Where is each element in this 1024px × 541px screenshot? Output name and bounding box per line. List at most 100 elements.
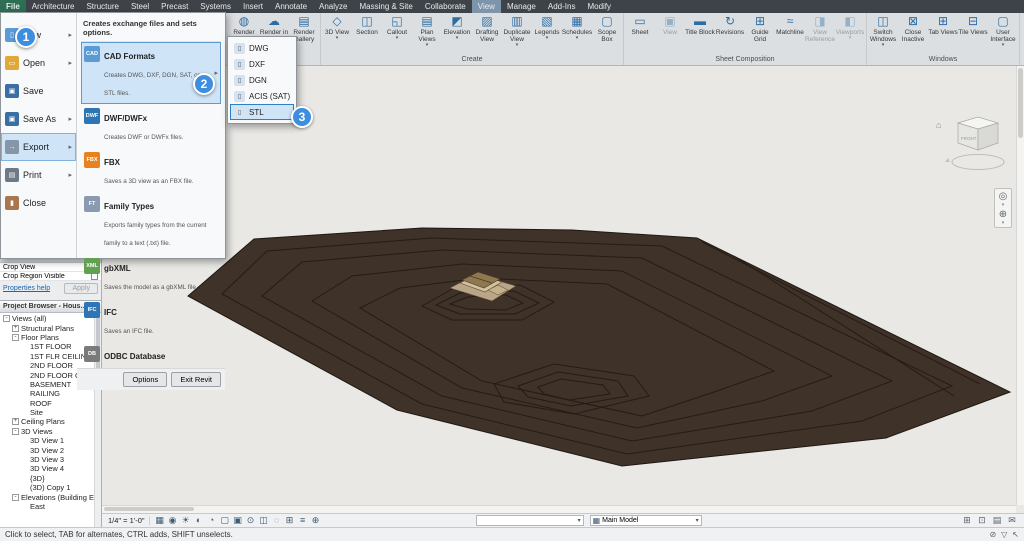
drafting-view-button[interactable]: ▨ Drafting View — [472, 13, 502, 54]
section-button[interactable]: ◫ Section — [352, 13, 382, 54]
scope-box-button[interactable]: ▢ Scope Box — [592, 13, 622, 54]
tree-item[interactable]: (3D) Copy 1 — [0, 483, 101, 492]
sun-path-icon[interactable]: ☀ — [180, 514, 192, 527]
3d-view-button[interactable]: ◇ 3D View ▾ — [322, 13, 352, 54]
switch-windows-button[interactable]: ◫ Switch Windows ▾ — [868, 13, 898, 54]
file-menu-item[interactable]: ▭ Open ▸ — [1, 49, 76, 77]
tree-item[interactable]: 3D View 4 — [0, 464, 101, 473]
user-interface-button[interactable]: ▢ User Interface ▾ — [988, 13, 1018, 54]
rendering-dialog-icon[interactable]: ◔ — [206, 514, 218, 527]
view-reference-button[interactable]: ◨ View Reference — [805, 13, 835, 54]
export-submenu-item[interactable]: FT Family Types Exports family types fro… — [81, 192, 221, 254]
guide-grid-button[interactable]: ⊞ Guide Grid — [745, 13, 775, 54]
tree-item[interactable]: RAILING — [0, 389, 101, 398]
temporary-hide-isolate-icon[interactable]: ◫ — [258, 514, 270, 527]
analytical-model-icon[interactable]: ≡ — [297, 514, 309, 527]
export-submenu-item[interactable]: FBX FBX Saves a 3D view as an FBX file. — [81, 148, 221, 192]
ribbon-tab[interactable]: Annotate — [269, 0, 313, 13]
export-submenu-item[interactable]: XML gbXML Saves the model as a gbXML fil… — [81, 254, 221, 298]
reveal-hidden-elements-icon[interactable]: ◌ — [271, 514, 283, 527]
cad-format-option[interactable]: ▯ DXF — [230, 56, 294, 72]
canvas-horizontal-scrollbar[interactable] — [102, 505, 1016, 513]
tile-views-button[interactable]: ⊟ Tile Views — [958, 13, 988, 54]
exclude-options-icon[interactable]: ⊘ — [989, 530, 996, 539]
tree-item[interactable]: - 3D Views — [0, 427, 101, 436]
show-crop-region-icon[interactable]: ▣ — [232, 514, 244, 527]
ribbon-tab[interactable]: Manage — [501, 0, 542, 13]
schedules-button[interactable]: ▦ Schedules ▾ — [562, 13, 592, 54]
properties-help-link[interactable]: Properties help — [3, 285, 50, 292]
chevron-down-icon[interactable]: ▾ — [882, 43, 885, 48]
ribbon-tab[interactable]: Insert — [237, 0, 269, 13]
tree-item[interactable]: ROOF — [0, 399, 101, 408]
select-arrow-icon[interactable]: ↖ — [1012, 530, 1019, 539]
tab-views-button[interactable]: ⊞ Tab Views — [928, 13, 958, 54]
duplicate-view-button[interactable]: ▥ Duplicate View ▾ — [502, 13, 532, 54]
view-button[interactable]: ▣ View — [655, 13, 685, 54]
owned-elements-icon[interactable]: ⊡ — [976, 514, 988, 527]
chevron-down-icon[interactable]: ▾ — [576, 36, 579, 41]
expand-toggle-icon[interactable]: + — [12, 325, 19, 332]
cad-format-option[interactable]: ▯ DGN — [230, 72, 294, 88]
callout-button[interactable]: ◱ Callout ▾ — [382, 13, 412, 54]
viewcube-compass-ring[interactable] — [952, 155, 1004, 170]
home-icon[interactable]: ⌂ — [936, 120, 941, 130]
matchline-button[interactable]: ≈ Matchline — [775, 13, 805, 54]
legends-button[interactable]: ▧ Legends ▾ — [532, 13, 562, 54]
ribbon-tab[interactable]: Analyze — [313, 0, 353, 13]
visual-style-icon[interactable]: ◉ — [167, 514, 179, 527]
viewcube[interactable]: ⌂ FRONT — [936, 117, 1004, 170]
ribbon-tab[interactable]: Add-Ins — [542, 0, 582, 13]
detail-level-icon[interactable]: ▦ — [154, 514, 166, 527]
file-menu-item[interactable]: ▯ New ▸ — [1, 21, 76, 49]
cad-format-option[interactable]: ▯ ACIS (SAT) — [230, 88, 294, 104]
export-submenu-item[interactable]: DWF DWF/DWFx Creates DWF or DWFx files. — [81, 104, 221, 148]
expand-toggle-icon[interactable]: - — [3, 315, 10, 322]
caret-icon[interactable]: ▾ — [995, 221, 1011, 226]
worksets-icon[interactable]: ▤ — [991, 514, 1003, 527]
sheet-button[interactable]: ▭ Sheet — [625, 13, 655, 54]
canvas-vertical-scrollbar[interactable] — [1016, 66, 1024, 505]
chevron-down-icon[interactable]: ▾ — [546, 36, 549, 41]
file-menu-item[interactable]: ▮ Close — [1, 189, 76, 217]
ribbon-tab[interactable]: View — [472, 0, 501, 13]
revisions-button[interactable]: ↻ Revisions — [715, 13, 745, 54]
tree-item[interactable]: {3D} — [0, 474, 101, 483]
ribbon-tab[interactable]: Modify — [581, 0, 617, 13]
shadows-icon[interactable]: ◐ — [193, 514, 205, 527]
export-submenu-item[interactable]: IFC IFC Saves an IFC file. — [81, 298, 221, 342]
ribbon-tab[interactable]: Collaborate — [419, 0, 472, 13]
chevron-down-icon[interactable]: ▾ — [336, 36, 339, 41]
tree-item[interactable]: 3D View 3 — [0, 455, 101, 464]
file-menu-item[interactable]: ▣ Save — [1, 77, 76, 105]
terrain-toposurface[interactable] — [188, 228, 1010, 466]
tree-item[interactable]: 3D View 2 — [0, 445, 101, 454]
crop-view-icon[interactable]: ▢ — [219, 514, 231, 527]
cad-format-option[interactable]: ▯ DWG — [230, 40, 294, 56]
file-menu-item[interactable]: ▣ Save As ▸ — [1, 105, 76, 133]
drawing-area[interactable]: ⌂ FRONT ◎ ▾ ⊕ ▾ — [102, 66, 1024, 513]
file-menu-item[interactable]: ▤ Print ▸ — [1, 161, 76, 189]
filter-icon[interactable]: ▽ — [1001, 530, 1007, 539]
exit-revit-button[interactable]: Exit Revit — [171, 372, 221, 387]
constraints-icon[interactable]: ⊕ — [310, 514, 322, 527]
elevation-button[interactable]: ◩ Elevation ▾ — [442, 13, 472, 54]
file-menu-item[interactable]: → Export ▸ — [1, 133, 76, 161]
cad-format-option[interactable]: ▯ STL — [230, 104, 294, 120]
export-submenu-item[interactable]: DB ODBC Database — [81, 342, 221, 368]
active-workset-combo[interactable]: ▦ Main Model ▾ — [590, 515, 702, 526]
tree-item[interactable]: Site — [0, 408, 101, 417]
expand-toggle-icon[interactable]: - — [12, 334, 19, 341]
plan-views-button[interactable]: ▤ Plan Views ▾ — [412, 13, 442, 54]
editable-items-icon[interactable]: ⊞ — [961, 514, 973, 527]
chevron-down-icon[interactable]: ▾ — [456, 36, 459, 41]
chevron-down-icon[interactable]: ▾ — [426, 43, 429, 48]
chevron-down-icon[interactable]: ▾ — [1002, 43, 1005, 48]
title-block-button[interactable]: ▬ Title Block — [685, 13, 715, 54]
tree-item[interactable]: 3D View 1 — [0, 436, 101, 445]
chevron-down-icon[interactable]: ▾ — [516, 43, 519, 48]
viewports-button[interactable]: ◧ Viewports ▾ — [835, 13, 865, 54]
temporary-view-properties-icon[interactable]: ⊞ — [284, 514, 296, 527]
close-inactive-button[interactable]: ⊠ Close Inactive — [898, 13, 928, 54]
chevron-down-icon[interactable]: ▾ — [849, 36, 852, 41]
